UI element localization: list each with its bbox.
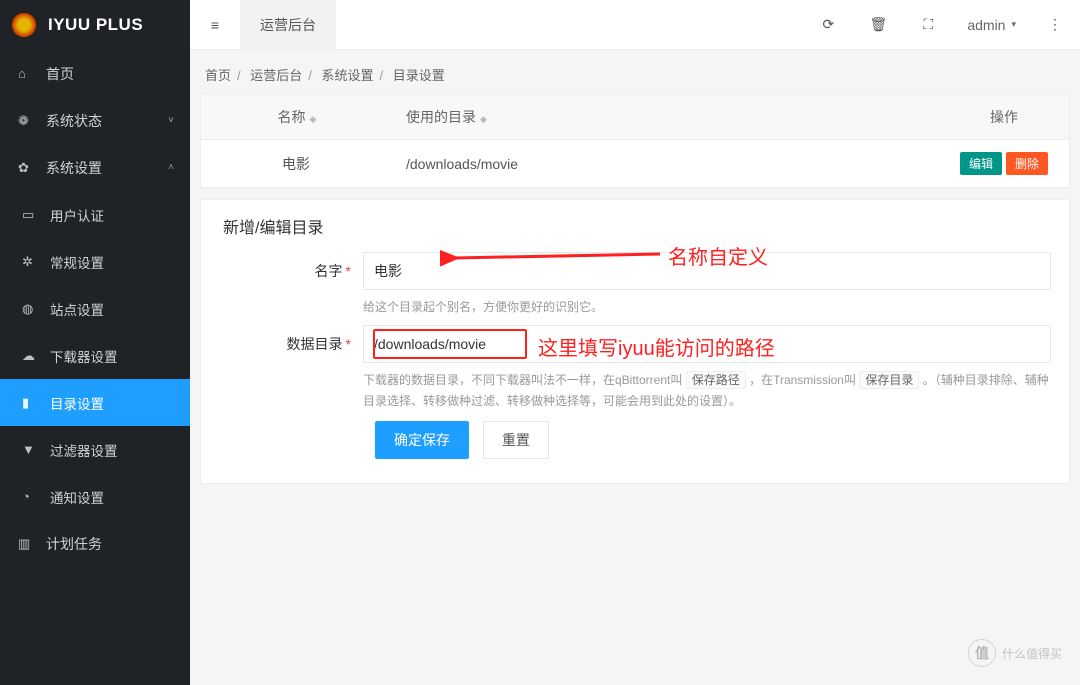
tab-admin[interactable]: 运营后台 xyxy=(240,0,336,49)
cloud-icon: ☁ xyxy=(22,348,38,364)
nav-general-settings[interactable]: ✲ 常规设置 xyxy=(0,238,190,285)
crumb-settings[interactable]: 系统设置 xyxy=(322,68,374,83)
watermark-icon: 值 xyxy=(968,639,996,667)
label-name: 名字* xyxy=(223,252,363,317)
cell-dir: /downloads/movie xyxy=(391,140,939,188)
globe-icon: ◍ xyxy=(22,301,38,317)
app-name: IYUU PLUS xyxy=(48,15,143,35)
help-name: 给这个目录起个别名，方便你更好的识别它。 xyxy=(363,297,1051,317)
refresh-icon: ⟳ xyxy=(822,16,834,33)
chevron-down-icon: ˅ xyxy=(168,115,174,126)
breadcrumb: 首页/ 运营后台/ 系统设置/ 目录设置 xyxy=(190,50,1080,94)
table-row: 电影 /downloads/movie 编辑 删除 xyxy=(201,140,1069,188)
label-dir: 数据目录* xyxy=(223,325,363,411)
more-button[interactable]: ⋮ xyxy=(1030,0,1080,49)
chevron-up-icon: ˄ xyxy=(168,162,174,173)
nav-system-status[interactable]: ❁ 系统状态 ˅ xyxy=(0,97,190,144)
form-title: 新增/编辑目录 xyxy=(219,214,1051,238)
directory-table-panel: 名称◆ 使用的目录◆ 操作 电影 /downloads/movie 编辑 删除 xyxy=(200,94,1070,189)
col-dir[interactable]: 使用的目录◆ xyxy=(391,95,939,140)
user-menu[interactable]: admin ▾ xyxy=(953,0,1030,49)
nav-label: 系统状态 xyxy=(46,111,102,131)
submit-button[interactable]: 确定保存 xyxy=(375,421,469,459)
sort-icon: ◆ xyxy=(480,114,485,124)
nav-directory-settings[interactable]: ▮ 目录设置 xyxy=(0,379,190,426)
nav-cron-tasks[interactable]: ▥ 计划任务 xyxy=(0,520,190,567)
fullscreen-icon: ⛶ xyxy=(923,16,933,33)
more-icon: ⋮ xyxy=(1048,16,1062,33)
code-qb: 保存路径 xyxy=(686,371,746,389)
gear-icon: ✲ xyxy=(22,254,38,270)
folder-icon: ▮ xyxy=(22,395,38,411)
nav-label: 过滤器设置 xyxy=(50,440,118,460)
username: admin xyxy=(967,17,1005,33)
nav-label: 首页 xyxy=(46,64,74,84)
help-dir: 下载器的数据目录，不同下载器叫法不一样，在qBittorrent叫 保存路径 ，… xyxy=(363,370,1051,411)
nav-downloader-settings[interactable]: ☁ 下载器设置 xyxy=(0,332,190,379)
nav-label: 常规设置 xyxy=(50,252,104,272)
directory-table: 名称◆ 使用的目录◆ 操作 电影 /downloads/movie 编辑 删除 xyxy=(201,95,1069,188)
sidebar: IYUU PLUS ⌂ 首页 ❁ 系统状态 ˅ ✿ 系统设置 ˄ ▭ 用户认证 … xyxy=(0,0,190,685)
nav-label: 通知设置 xyxy=(50,487,104,507)
chevron-down-icon: ▾ xyxy=(1011,19,1016,30)
home-icon: ⌂ xyxy=(18,66,34,81)
nav-notification-settings[interactable]: ◔ 通知设置 xyxy=(0,473,190,520)
col-action: 操作 xyxy=(939,95,1069,140)
main-content: 首页/ 运营后台/ 系统设置/ 目录设置 名称◆ 使用的目录◆ 操作 电影 /d… xyxy=(190,50,1080,685)
sort-icon: ◆ xyxy=(310,114,315,124)
nav-filter-settings[interactable]: ▼ 过滤器设置 xyxy=(0,426,190,473)
clear-button[interactable]: 🗑 xyxy=(853,0,903,49)
col-name[interactable]: 名称◆ xyxy=(201,95,391,140)
name-input[interactable] xyxy=(363,252,1051,290)
menu-icon: ≡ xyxy=(211,17,219,33)
calendar-icon: ▥ xyxy=(18,536,34,552)
nav-label: 系统设置 xyxy=(46,158,102,178)
directory-form: 新增/编辑目录 名字* 给这个目录起个别名，方便你更好的识别它。 数据目录* 下… xyxy=(200,199,1070,484)
filter-icon: ▼ xyxy=(22,442,38,457)
status-icon: ❁ xyxy=(18,113,34,129)
cell-actions: 编辑 删除 xyxy=(939,140,1069,188)
edit-button[interactable]: 编辑 xyxy=(960,152,1002,175)
crumb-directory[interactable]: 目录设置 xyxy=(393,68,445,83)
fullscreen-button[interactable]: ⛶ xyxy=(903,0,953,49)
reset-button[interactable]: 重置 xyxy=(483,421,549,459)
logo-icon xyxy=(10,11,38,39)
cell-name: 电影 xyxy=(201,140,391,188)
nav-label: 计划任务 xyxy=(46,534,102,554)
dir-input[interactable] xyxy=(363,325,1051,363)
settings-icon: ✿ xyxy=(18,160,34,176)
delete-button[interactable]: 删除 xyxy=(1006,152,1048,175)
nav-label: 用户认证 xyxy=(50,205,104,225)
logo[interactable]: IYUU PLUS xyxy=(0,0,190,50)
nav-site-settings[interactable]: ◍ 站点设置 xyxy=(0,285,190,332)
nav-label: 站点设置 xyxy=(50,299,104,319)
topbar: ≡ 运营后台 ⟳ 🗑 ⛶ admin ▾ ⋮ xyxy=(190,0,1080,50)
code-tr: 保存目录 xyxy=(859,371,919,389)
crumb-home[interactable]: 首页 xyxy=(205,68,231,83)
nav-home[interactable]: ⌂ 首页 xyxy=(0,50,190,97)
watermark: 值 什么值得买 xyxy=(968,639,1062,667)
sidebar-toggle-button[interactable]: ≡ xyxy=(190,0,240,49)
refresh-button[interactable]: ⟳ xyxy=(803,0,853,49)
trash-icon: 🗑 xyxy=(869,16,887,33)
nav-label: 下载器设置 xyxy=(50,346,118,366)
crumb-admin[interactable]: 运营后台 xyxy=(250,68,302,83)
nav-system-settings[interactable]: ✿ 系统设置 ˄ xyxy=(0,144,190,191)
nav-label: 目录设置 xyxy=(50,393,104,413)
bell-icon: ◔ xyxy=(22,489,38,504)
card-icon: ▭ xyxy=(22,207,38,223)
nav-user-auth[interactable]: ▭ 用户认证 xyxy=(0,191,190,238)
